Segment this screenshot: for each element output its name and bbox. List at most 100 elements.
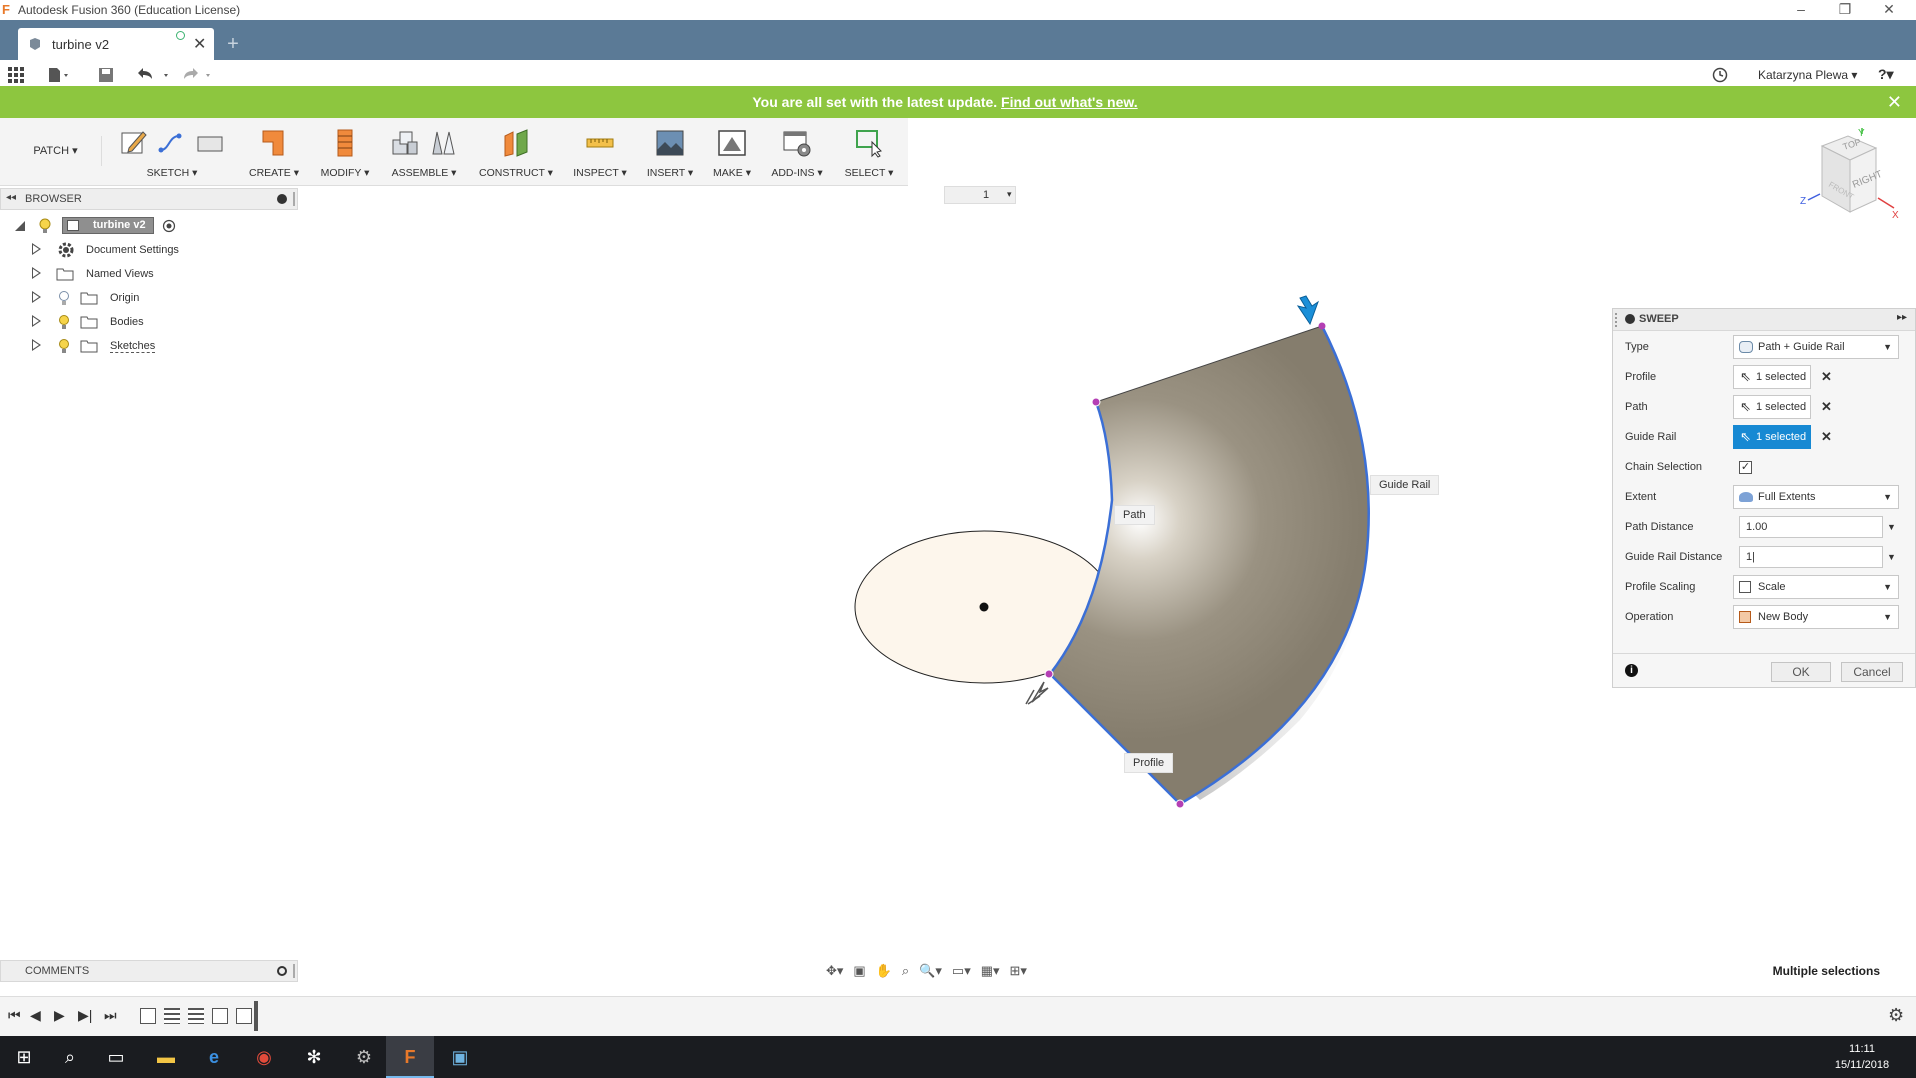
make-group[interactable]: MAKE ▾ — [706, 124, 758, 182]
close-window-button[interactable]: ✕ — [1866, 0, 1912, 20]
profile-scaling-dropdown[interactable]: Scale ▼ — [1733, 575, 1899, 599]
document-tab[interactable]: turbine v2 ✕ — [18, 28, 214, 60]
path-start-point[interactable] — [1091, 397, 1101, 407]
grid-settings-icon[interactable]: ▦▾ — [981, 963, 1000, 979]
browser-header[interactable]: ◂◂ BROWSER — [0, 188, 298, 210]
guide-rail-distance-arrow-icon[interactable]: ▼ — [1887, 546, 1896, 568]
trim-icon[interactable] — [330, 128, 360, 158]
browser-item-origin[interactable]: Origin — [0, 286, 298, 310]
offset-plane-icon[interactable] — [501, 128, 531, 158]
slack-icon[interactable]: ✻ — [290, 1036, 338, 1078]
browser-item-named-views[interactable]: Named Views — [0, 262, 298, 286]
zoom-fit-icon[interactable]: ⌕ — [902, 963, 909, 979]
step-marker-arrow-icon[interactable]: ▾ — [1007, 189, 1012, 200]
joint-icon[interactable] — [428, 128, 458, 158]
banner-close-icon[interactable]: ✕ — [1887, 92, 1902, 113]
collapse-arrow-icon[interactable] — [14, 220, 26, 232]
job-status-clock-icon[interactable] — [1712, 67, 1728, 83]
create-sketch-icon[interactable] — [119, 128, 149, 158]
step-marker[interactable]: 1 ▾ — [944, 186, 1016, 204]
expand-arrow-icon[interactable] — [32, 315, 41, 327]
clear-path-icon[interactable]: ✕ — [1821, 399, 1832, 415]
data-panel-grid-icon[interactable] — [8, 67, 24, 83]
expand-dialog-icon[interactable]: ▸▸ — [1897, 312, 1907, 323]
system-clock[interactable]: 11:11 15/11/2018 — [1822, 1041, 1902, 1073]
start-windows-icon[interactable]: ⊞ — [0, 1036, 48, 1078]
expand-arrow-icon[interactable] — [32, 267, 41, 279]
extrude-patch-icon[interactable] — [259, 128, 289, 158]
ok-button[interactable]: OK — [1771, 662, 1831, 682]
file-explorer-icon[interactable]: ▬ — [142, 1036, 190, 1078]
browser-item-document-settings[interactable]: Document Settings — [0, 238, 298, 262]
assemble-group[interactable]: ASSEMBLE ▾ — [384, 124, 464, 182]
info-icon[interactable]: i — [1625, 664, 1638, 677]
timeline-settings-gear-icon[interactable]: ⚙ — [1888, 1005, 1904, 1026]
workspace-switcher[interactable]: PATCH ▾ — [10, 136, 102, 166]
sweep-dialog-header[interactable]: SWEEP ▸▸ — [1613, 309, 1915, 331]
path-selector[interactable]: ⇖ 1 selected — [1733, 395, 1811, 419]
comments-pin-icon[interactable] — [293, 964, 295, 978]
clear-profile-icon[interactable]: ✕ — [1821, 369, 1832, 385]
insert-image-icon[interactable] — [655, 128, 685, 158]
expand-arrow-icon[interactable] — [32, 291, 41, 303]
new-component-icon[interactable] — [390, 128, 420, 158]
activate-radio-icon[interactable] — [162, 219, 176, 233]
guide-rail-canvas-label[interactable]: Guide Rail — [1370, 475, 1440, 495]
guide-rail-distance-input[interactable]: 1| — [1739, 546, 1883, 568]
profile-manipulator-arrow-icon[interactable] — [1025, 681, 1049, 705]
root-component-badge[interactable]: turbine v2 — [62, 217, 154, 234]
measure-icon[interactable] — [585, 128, 615, 158]
profile-canvas-label[interactable]: Profile — [1124, 753, 1174, 773]
hidden-bulb-icon[interactable] — [58, 290, 70, 306]
search-icon[interactable]: ⌕ — [46, 1036, 94, 1078]
help-menu-icon[interactable]: ?▾ — [1878, 66, 1894, 83]
close-tab-button[interactable]: ✕ — [193, 34, 206, 54]
select-icon[interactable] — [854, 128, 884, 158]
profile-center-point[interactable] — [979, 602, 989, 612]
path-distance-input[interactable]: 1.00 — [1739, 516, 1883, 538]
scripts-addins-icon[interactable] — [782, 128, 812, 158]
timeline-feature-icon[interactable] — [164, 1008, 180, 1024]
edge-browser-icon[interactable]: e — [190, 1036, 238, 1078]
task-view-icon[interactable]: ▭ — [92, 1036, 140, 1078]
image-viewer-icon[interactable]: ▣ — [436, 1036, 484, 1078]
direction-manipulator-arrow-icon[interactable] — [1296, 295, 1319, 326]
line-icon[interactable] — [157, 128, 187, 158]
dialog-grip-icon[interactable] — [1615, 313, 1618, 327]
comments-panel-header[interactable]: COMMENTS — [0, 960, 298, 982]
visibility-bulb-icon[interactable] — [38, 218, 52, 234]
redo-icon[interactable] — [182, 67, 216, 83]
timeline-sketch-feature-icon[interactable] — [236, 1008, 252, 1024]
path-distance-arrow-icon[interactable]: ▼ — [1887, 516, 1896, 538]
sketch-group[interactable]: SKETCH ▾ — [110, 124, 234, 182]
file-menu-icon[interactable] — [48, 67, 72, 83]
go-to-start-icon[interactable]: ⏮ — [8, 1007, 21, 1024]
play-icon[interactable]: ▶ — [54, 1007, 65, 1024]
operation-dropdown[interactable]: New Body ▼ — [1733, 605, 1899, 629]
browser-minimize-icon[interactable] — [277, 194, 287, 204]
app-icon[interactable]: ⚙ — [340, 1036, 388, 1078]
zoom-window-icon[interactable]: 🔍▾ — [919, 963, 942, 979]
3d-print-icon[interactable] — [717, 128, 747, 158]
save-icon[interactable] — [98, 67, 114, 83]
chain-selection-checkbox[interactable]: ✓ — [1739, 461, 1752, 474]
add-ins-group[interactable]: ADD-INS ▾ — [764, 124, 830, 182]
dialog-minimize-icon[interactable] — [1625, 314, 1635, 324]
restore-button[interactable]: ❐ — [1822, 0, 1868, 20]
new-tab-button[interactable]: + — [220, 32, 246, 58]
extent-dropdown[interactable]: Full Extents ▼ — [1733, 485, 1899, 509]
whats-new-link[interactable]: Find out what's new. — [1001, 94, 1138, 110]
fusion-360-taskbar-icon[interactable]: F — [386, 1036, 434, 1078]
undo-icon[interactable] — [138, 67, 172, 83]
guide-rail-end-point[interactable] — [1175, 799, 1185, 809]
cancel-button[interactable]: Cancel — [1841, 662, 1903, 682]
look-at-icon[interactable]: ▣ — [853, 963, 865, 979]
viewcube[interactable]: TOP RIGHT FRONT Y X Z — [1800, 128, 1904, 228]
guide-rail-start-point[interactable] — [1318, 322, 1326, 330]
browser-root-row[interactable]: turbine v2 — [0, 214, 298, 238]
modify-group[interactable]: MODIFY ▾ — [314, 124, 376, 182]
viewport-canvas[interactable] — [820, 280, 1380, 830]
orbit-icon[interactable]: ✥▾ — [826, 963, 843, 979]
expand-arrow-icon[interactable] — [32, 339, 41, 351]
browser-pin-icon[interactable] — [293, 192, 295, 206]
